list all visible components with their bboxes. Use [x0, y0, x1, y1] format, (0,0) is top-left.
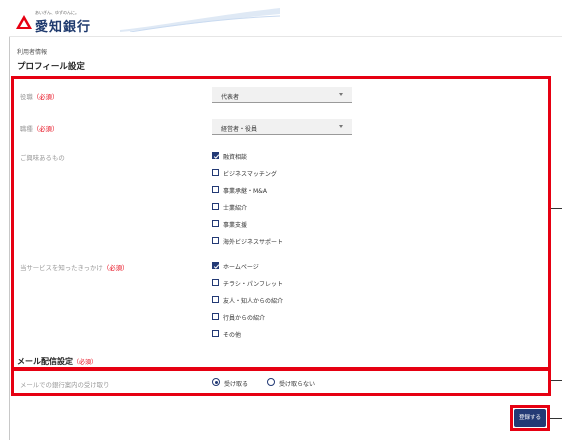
checkbox-icon	[212, 203, 219, 210]
checkbox-icon	[212, 313, 219, 320]
checkbox-icon	[212, 330, 219, 337]
checkbox-checked-icon	[212, 152, 220, 159]
position-select-value: 代表者	[221, 94, 240, 101]
referral-label: 当サービスを知ったきっかけ（必須）	[20, 264, 129, 272]
job-type-select[interactable]: 経営者・役員	[212, 119, 352, 135]
checkbox-icon	[212, 237, 219, 244]
checkbox-icon	[212, 279, 219, 286]
radio-icon	[267, 378, 275, 386]
header-divider	[9, 36, 562, 37]
position-select[interactable]: 代表者	[212, 87, 352, 103]
callout-line-2	[551, 380, 562, 381]
mail-receive-label: メールでの銀行案内の受け取り	[20, 381, 110, 389]
checkbox-icon	[212, 186, 219, 193]
callout-line-1	[551, 208, 562, 209]
checkbox-icon	[212, 169, 219, 176]
radio-selected-icon	[212, 378, 220, 386]
job-type-label: 職種（必須）	[20, 125, 59, 133]
callout-line-3	[550, 418, 562, 419]
page-title: プロフィール設定	[17, 62, 85, 72]
breadcrumb: 利用者情報	[17, 49, 48, 56]
checkbox-icon	[212, 220, 219, 227]
bank-logo-icon	[16, 15, 32, 29]
checkbox-icon	[212, 296, 219, 303]
mail-settings-title: メール配信設定（必須）	[17, 357, 98, 366]
chevron-down-icon	[339, 125, 343, 128]
interests-label: ご興味あるもの	[20, 154, 65, 162]
bank-name: 愛知銀行	[35, 20, 92, 35]
submit-button[interactable]: 登録する	[514, 409, 546, 427]
header-swoosh-decoration	[120, 8, 280, 32]
chevron-down-icon	[339, 93, 343, 96]
checkbox-checked-icon	[212, 262, 220, 269]
job-type-select-value: 経営者・役員	[221, 126, 258, 133]
position-label: 役職（必須）	[20, 93, 59, 101]
